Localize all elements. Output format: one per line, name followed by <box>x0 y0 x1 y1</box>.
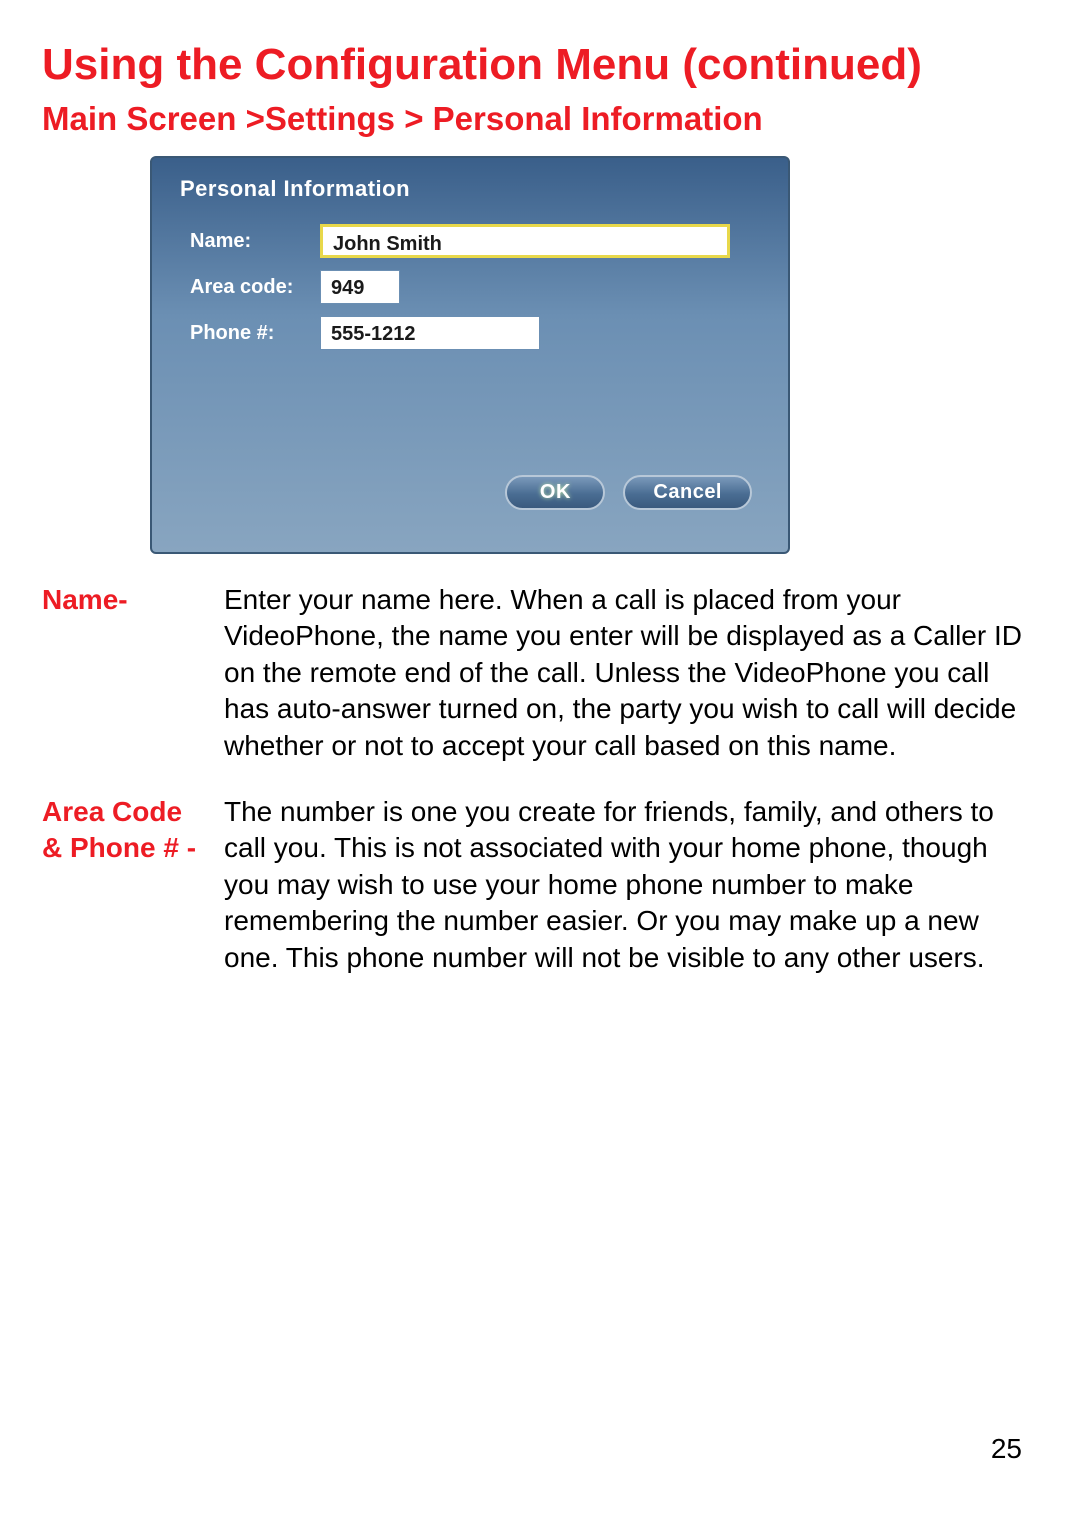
description-name: Name- Enter your name here. When a call … <box>42 582 1038 764</box>
page-title: Using the Configuration Menu (continued) <box>42 40 1038 90</box>
page-number: 25 <box>991 1433 1022 1465</box>
term-area-phone: Area Code & Phone # - <box>42 794 210 976</box>
area-code-input[interactable]: 949 <box>320 270 400 304</box>
personal-info-panel: Personal Information Name: John Smith Ar… <box>150 156 790 554</box>
phone-row: Phone #: 555-1212 <box>180 316 760 350</box>
area-code-label: Area code: <box>180 276 320 299</box>
text-area-phone: The number is one you create for friends… <box>224 794 1038 976</box>
description-area-phone: Area Code & Phone # - The number is one … <box>42 794 1038 976</box>
name-label: Name: <box>180 230 320 253</box>
name-input[interactable]: John Smith <box>320 224 730 258</box>
button-row: OK Cancel <box>505 475 752 510</box>
breadcrumb: Main Screen >Settings > Personal Informa… <box>42 100 1038 138</box>
ok-button[interactable]: OK <box>505 475 605 510</box>
text-name: Enter your name here. When a call is pla… <box>224 582 1038 764</box>
phone-label: Phone #: <box>180 322 320 345</box>
phone-input[interactable]: 555-1212 <box>320 316 540 350</box>
cancel-button[interactable]: Cancel <box>623 475 752 510</box>
area-row: Area code: 949 <box>180 270 760 304</box>
name-row: Name: John Smith <box>180 224 760 258</box>
panel-title: Personal Information <box>180 176 760 202</box>
term-name: Name- <box>42 582 210 764</box>
